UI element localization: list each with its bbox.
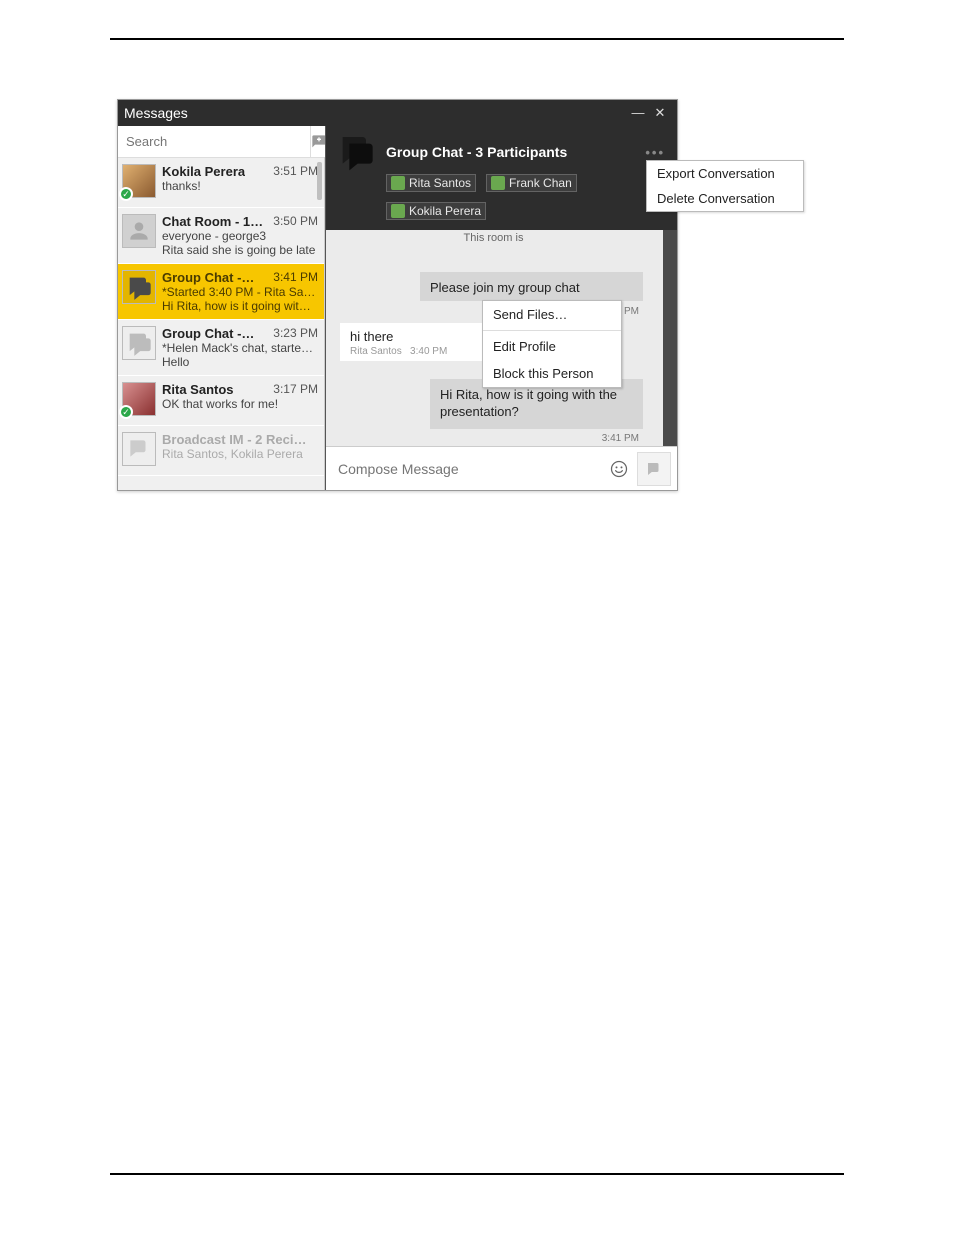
message-time: 3:41 PM — [602, 432, 639, 445]
chat-pane: Group Chat - 3 Participants ••• Rita San… — [325, 126, 677, 490]
conversation-time: 3:41 PM — [273, 270, 318, 285]
conversation-time: 3:23 PM — [273, 326, 318, 341]
more-menu-button[interactable]: ••• — [641, 145, 669, 160]
participants-row: Rita Santos Frank Chan Kokila Perera — [334, 174, 669, 226]
conversation-list[interactable]: ✓ Kokila Perera 3:51 PM thanks! — [118, 158, 324, 490]
presence-available-icon: ✓ — [119, 405, 133, 419]
conversation-preview: OK that works for me! — [162, 397, 318, 411]
conversation-item-selected[interactable]: Group Chat -… 3:41 PM *Started 3:40 PM -… — [118, 264, 324, 320]
message-text: hi there — [350, 329, 493, 344]
conversation-preview: thanks! — [162, 179, 318, 193]
participant-name: Rita Santos — [409, 176, 471, 190]
conversation-subtitle: *Helen Mack's chat, starte… — [162, 341, 318, 355]
messages-window: Messages — ✕ ✓ Kokila Perera 3:51 — [117, 99, 678, 491]
scrollbar[interactable] — [663, 230, 677, 446]
menu-edit-profile[interactable]: Edit Profile — [483, 333, 621, 360]
page-rule-top — [110, 38, 844, 40]
message-time: 3:40 PM — [410, 346, 447, 357]
conversation-subtitle: everyone - george3 — [162, 229, 318, 243]
menu-send-files[interactable]: Send Files… — [483, 301, 621, 328]
chat-title: Group Chat - 3 Participants — [386, 144, 633, 160]
scroll-thumb[interactable] — [317, 162, 322, 200]
conversations-pane: ✓ Kokila Perera 3:51 PM thanks! — [118, 126, 325, 490]
window-title: Messages — [124, 105, 627, 121]
minimize-button[interactable]: — — [627, 102, 649, 124]
search-row — [118, 126, 324, 158]
conversation-time: 3:50 PM — [273, 214, 318, 229]
group-chat-large-icon — [334, 130, 378, 174]
avatar-placeholder-icon — [122, 214, 156, 248]
conversation-time: 3:17 PM — [273, 382, 318, 397]
conversation-item[interactable]: Chat Room - 1… 3:50 PM everyone - george… — [118, 208, 324, 264]
conversation-item[interactable]: ✓ Kokila Perera 3:51 PM thanks! — [118, 158, 324, 208]
menu-separator — [483, 330, 621, 331]
page-rule-bottom — [110, 1173, 844, 1175]
presence-icon — [391, 176, 405, 190]
participant-name: Frank Chan — [509, 176, 572, 190]
menu-delete-conversation[interactable]: Delete Conversation — [647, 186, 803, 211]
participant-chip[interactable]: Frank Chan — [486, 174, 577, 192]
presence-icon — [491, 176, 505, 190]
conversation-item[interactable]: ✓ Rita Santos 3:17 PM OK that works for … — [118, 376, 324, 426]
conversation-options-menu: Export Conversation Delete Conversation — [646, 160, 804, 212]
incoming-message: Please join my group chat 3:40 PM — [420, 272, 643, 301]
search-input[interactable] — [118, 126, 310, 157]
emoji-button[interactable] — [605, 455, 633, 483]
participant-chip[interactable]: Kokila Perera — [386, 202, 486, 220]
message-text: Hi Rita, how is it going with the presen… — [440, 387, 617, 419]
conversation-name: Broadcast IM - 2 Reci… — [162, 432, 307, 447]
outgoing-message: hi there Rita Santos 3:40 PM — [340, 323, 503, 361]
send-button[interactable] — [637, 452, 671, 486]
titlebar: Messages — ✕ — [118, 100, 677, 126]
participant-name: Kokila Perera — [409, 204, 481, 218]
chat-header: Group Chat - 3 Participants ••• Rita San… — [326, 126, 677, 230]
conversation-name: Group Chat -… — [162, 270, 254, 285]
menu-block-person[interactable]: Block this Person — [483, 360, 621, 387]
group-chat-icon — [122, 326, 156, 360]
compose-row — [326, 446, 677, 490]
close-button[interactable]: ✕ — [649, 102, 671, 124]
message-sender: Rita Santos — [350, 346, 402, 357]
conversation-name: Rita Santos — [162, 382, 234, 397]
presence-icon — [391, 204, 405, 218]
menu-export-conversation[interactable]: Export Conversation — [647, 161, 803, 186]
compose-input[interactable] — [332, 461, 605, 477]
messages-area[interactable]: This room is Please join my group chat 3… — [326, 230, 677, 446]
conversation-name: Kokila Perera — [162, 164, 245, 179]
conversation-preview: Rita said she is going be late — [162, 243, 318, 257]
broadcast-icon — [122, 432, 156, 466]
conversation-item[interactable]: Broadcast IM - 2 Reci… Rita Santos, Koki… — [118, 426, 324, 476]
conversation-preview: Rita Santos, Kokila Perera — [162, 447, 318, 461]
presence-available-icon: ✓ — [119, 187, 133, 201]
avatar: ✓ — [122, 164, 156, 198]
conversation-preview: Hello — [162, 355, 318, 369]
participant-context-menu: Send Files… Edit Profile Block this Pers… — [482, 300, 622, 388]
conversation-subtitle: *Started 3:40 PM - Rita San… — [162, 285, 318, 299]
conversation-name: Group Chat -… — [162, 326, 254, 341]
conversation-item[interactable]: Group Chat -… 3:23 PM *Helen Mack's chat… — [118, 320, 324, 376]
conversation-time: 3:51 PM — [273, 164, 318, 179]
avatar: ✓ — [122, 382, 156, 416]
conversation-preview: Hi Rita, how is it going wit… — [162, 299, 318, 313]
group-chat-icon — [122, 270, 156, 304]
system-message: This room is — [326, 232, 661, 244]
message-text: Please join my group chat — [430, 280, 580, 295]
conversation-name: Chat Room - 1… — [162, 214, 263, 229]
participant-chip[interactable]: Rita Santos — [386, 174, 476, 192]
